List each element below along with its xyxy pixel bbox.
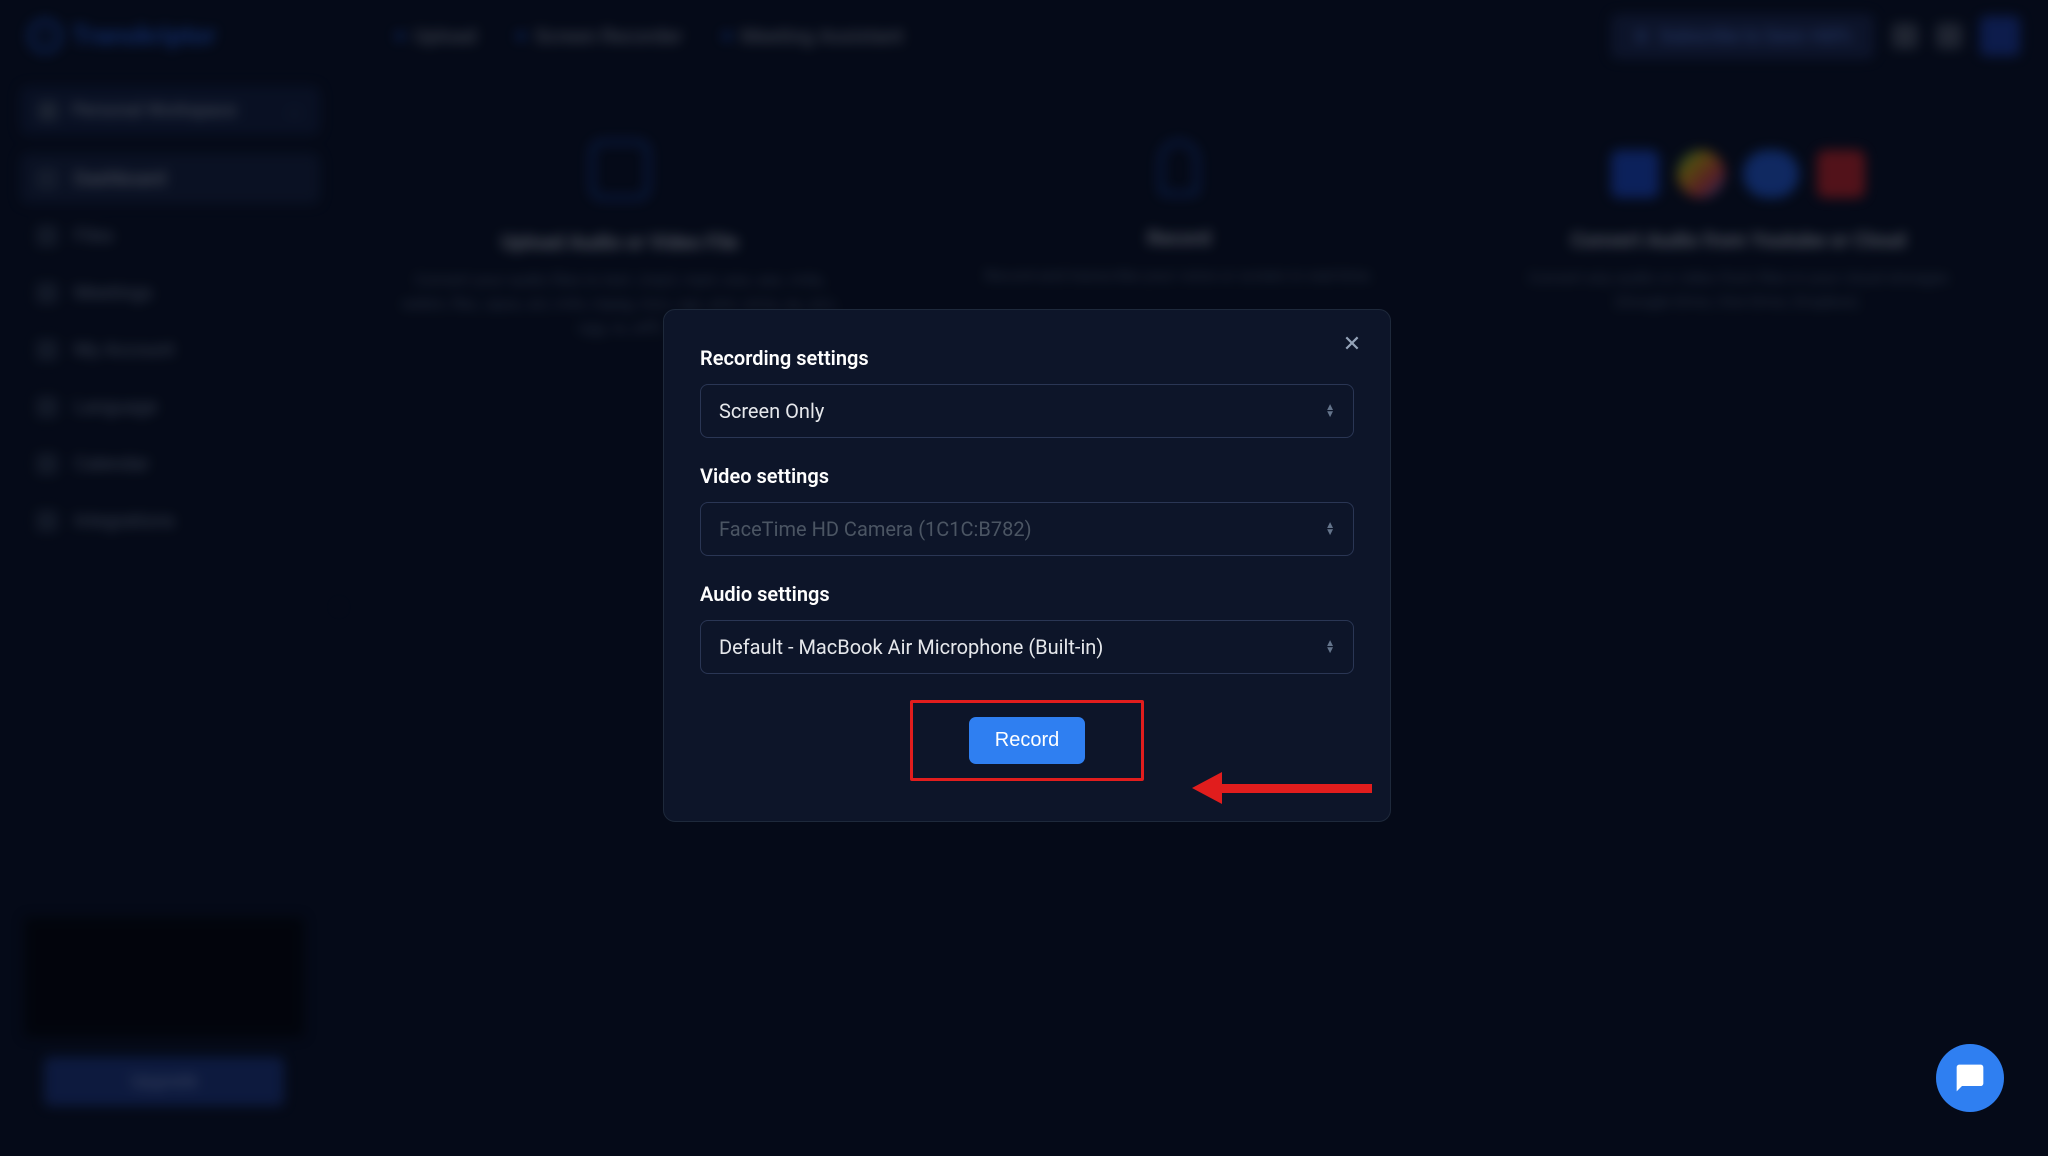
audio-settings-group: Audio settings Default - MacBook Air Mic…	[700, 582, 1354, 674]
recording-settings-modal: ✕ Recording settings Screen Only ▲▼ Vide…	[663, 309, 1391, 822]
updown-icon: ▲▼	[1325, 522, 1335, 536]
annotation-highlight-box: Record	[910, 700, 1144, 781]
chat-support-button[interactable]	[1936, 1044, 2004, 1112]
record-button[interactable]: Record	[969, 717, 1085, 764]
close-icon: ✕	[1343, 332, 1361, 357]
close-button[interactable]: ✕	[1340, 332, 1364, 356]
select-value: FaceTime HD Camera (1C1C:B782)	[719, 517, 1032, 541]
arrow-head-icon	[1192, 772, 1222, 804]
annotation-arrow	[1192, 779, 1372, 797]
arrow-line	[1222, 784, 1372, 793]
audio-device-select[interactable]: Default - MacBook Air Microphone (Built-…	[700, 620, 1354, 674]
video-settings-group: Video settings FaceTime HD Camera (1C1C:…	[700, 464, 1354, 556]
record-button-label: Record	[995, 729, 1059, 751]
select-value: Screen Only	[719, 399, 824, 423]
record-button-wrap: Record	[700, 700, 1354, 781]
recording-mode-select[interactable]: Screen Only ▲▼	[700, 384, 1354, 438]
updown-icon: ▲▼	[1325, 640, 1335, 654]
video-device-select[interactable]: FaceTime HD Camera (1C1C:B782) ▲▼	[700, 502, 1354, 556]
select-value: Default - MacBook Air Microphone (Built-…	[719, 635, 1103, 659]
audio-settings-label: Audio settings	[700, 582, 1354, 606]
chat-icon	[1954, 1062, 1986, 1094]
recording-settings-group: Recording settings Screen Only ▲▼	[700, 346, 1354, 438]
updown-icon: ▲▼	[1325, 404, 1335, 418]
recording-settings-label: Recording settings	[700, 346, 1354, 370]
video-settings-label: Video settings	[700, 464, 1354, 488]
